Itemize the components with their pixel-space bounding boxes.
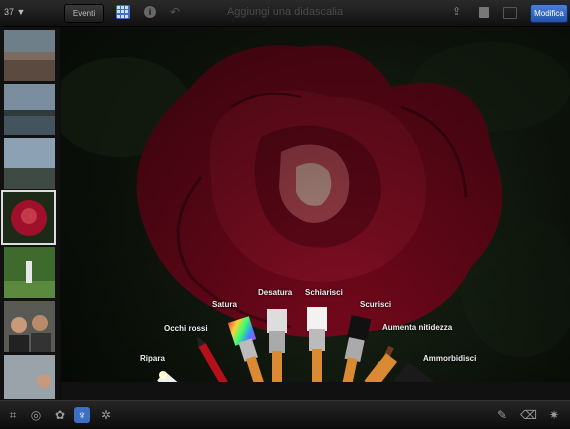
thumbnail-landscape[interactable] [4, 138, 55, 189]
info-panel-icon[interactable] [479, 7, 489, 18]
thumbnail-person[interactable] [4, 355, 55, 399]
share-icon[interactable]: ⇪ [452, 4, 461, 21]
undo-icon[interactable]: ↶ [170, 4, 180, 21]
caption-field[interactable]: Aggiungi una didascalia [200, 4, 370, 21]
thumbnail-strip[interactable] [0, 27, 60, 400]
top-toolbar: 37 ▼ Eventi i ↶ Aggiungi una didascalia … [0, 0, 570, 27]
thumbnail-people[interactable] [4, 301, 55, 352]
brush-edit-icon[interactable]: ✎ [494, 407, 510, 423]
adjust-icon[interactable]: ◎ [28, 407, 44, 423]
grid-icon[interactable] [116, 5, 130, 19]
brush-label-red-eye: Occhi rossi [164, 324, 208, 333]
photo-bottom-strip [61, 382, 570, 400]
thumbnail-lake[interactable] [4, 84, 55, 135]
thumbnail-rose-selected[interactable] [1, 190, 56, 245]
brush-label-soften: Ammorbidisci [423, 354, 477, 363]
info-icon[interactable]: i [144, 6, 156, 18]
brushes-icon[interactable]: ♆ [74, 407, 90, 423]
brush-label-sharpen: Aumenta nitidezza [382, 323, 453, 332]
brush-label-desaturate: Desatura [258, 288, 293, 297]
crop-icon[interactable]: ⌗ [5, 407, 21, 423]
brushes-fan [157, 307, 436, 400]
brush-label-repair: Ripara [140, 354, 165, 363]
brush-label-saturate: Satura [212, 300, 237, 309]
bottom-toolbar: ⌗ ◎ ✿ ♆ ✲ ✎ ⌫ ✷ [0, 400, 570, 429]
effects-icon[interactable]: ✲ [98, 407, 114, 423]
photo-count-button[interactable]: 37 ▼ [4, 4, 44, 21]
settings-icon[interactable]: ✷ [546, 407, 562, 423]
compare-icon[interactable] [503, 7, 517, 19]
thumbnail-city[interactable] [4, 30, 55, 81]
palette-icon[interactable]: ✿ [52, 407, 68, 423]
events-button[interactable]: Eventi [64, 4, 104, 23]
brush-label-lighten: Schiarisci [305, 288, 343, 297]
brush-label-darken: Scurisci [360, 300, 392, 309]
eraser-icon[interactable]: ⌫ [520, 407, 537, 423]
thumbnail-park[interactable] [4, 247, 55, 298]
edit-button[interactable]: Modifica [530, 4, 568, 23]
